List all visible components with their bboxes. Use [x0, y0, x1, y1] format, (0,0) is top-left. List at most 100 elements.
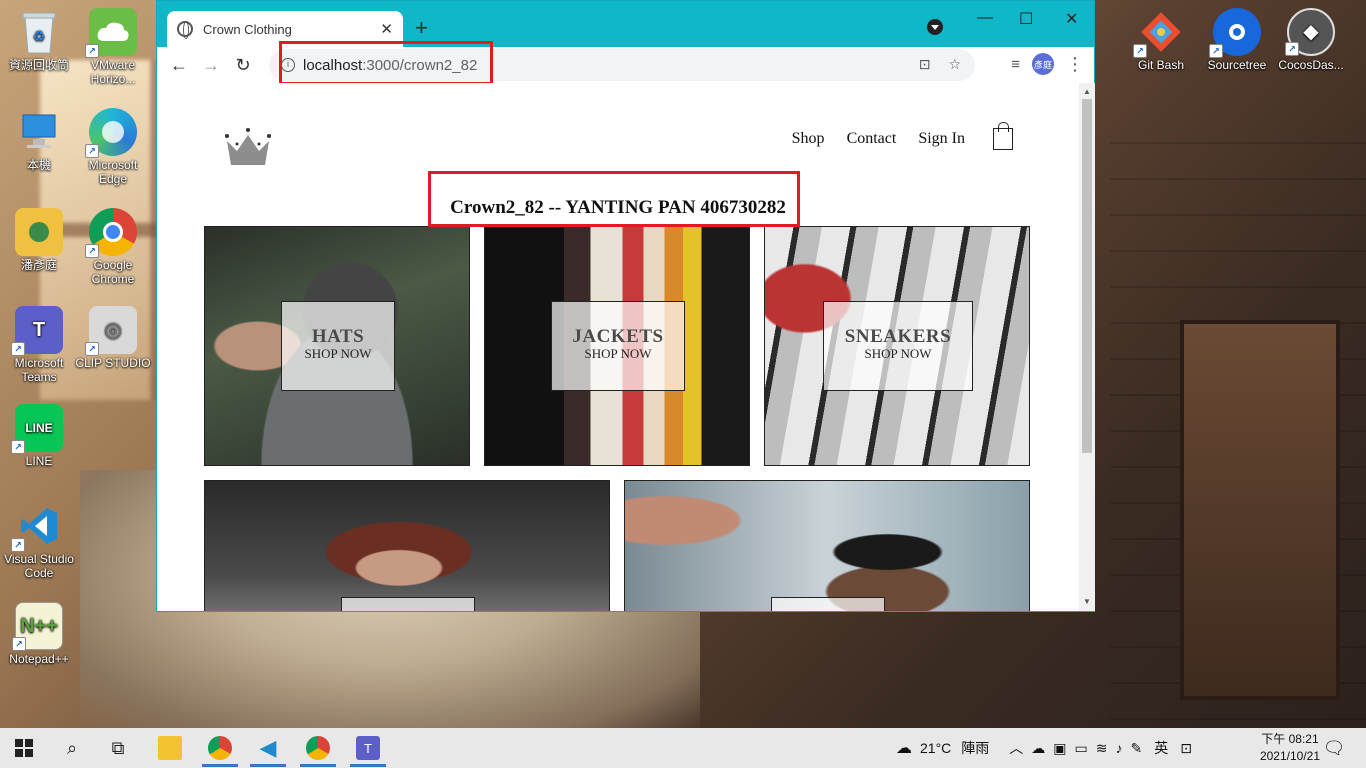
menu-kebab-icon[interactable]: ⋮	[1066, 54, 1084, 75]
desktop-icon-label: 資源回收筒	[8, 58, 69, 72]
tab-close-icon[interactable]: ✕	[380, 20, 393, 38]
desktop-icon-sourcetree[interactable]: ↗ Sourcetree	[1198, 8, 1276, 72]
desktop-icon-chrome[interactable]: ↗ Google Chrome	[74, 208, 152, 286]
vscode-taskbar-icon[interactable]: ◀	[256, 735, 280, 760]
desktop-icon-git-bash[interactable]: ↗ Git Bash	[1122, 8, 1200, 72]
new-tab-button[interactable]: +	[415, 15, 428, 41]
clock-date: 2021/10/21	[1259, 749, 1320, 763]
recycle-bin-icon: ♻	[15, 8, 63, 56]
desktop-icon-vscode[interactable]: ↗ Visual Studio Code	[0, 502, 78, 580]
desktop-icon-label: Microsoft Teams	[14, 356, 64, 384]
desktop-icon-this-pc[interactable]: 本機	[0, 108, 78, 172]
vmware-icon: ↗	[85, 8, 137, 58]
browser-window: Crown Clothing ✕ + — ☐ ✕ ← → ↻ i localho…	[156, 0, 1095, 612]
scroll-thumb[interactable]	[1082, 99, 1092, 453]
desktop-icon-label: Git Bash	[1137, 58, 1185, 72]
chrome-profile-active-indicator	[300, 764, 336, 767]
tab-title: Crown Clothing	[203, 21, 292, 37]
desktop-icon-teams[interactable]: T ↗ Microsoft Teams	[0, 306, 78, 384]
desktop-icon-label: Notepad++	[9, 652, 69, 666]
desktop-icon-line[interactable]: LINE ↗ LINE	[0, 404, 78, 468]
minimize-button[interactable]: —	[977, 9, 993, 27]
bookmark-star-icon[interactable]: ☆	[948, 56, 961, 73]
sourcetree-icon: ↗	[1209, 8, 1261, 58]
desktop-icon-label: Visual Studio Code	[4, 552, 74, 580]
onedrive-icon[interactable]: ☁	[1031, 740, 1045, 757]
chrome-icon: ↗	[85, 208, 137, 258]
weather-temp[interactable]: 21°C	[920, 740, 951, 756]
notification-icon[interactable]: 🗨	[1322, 736, 1346, 760]
user-folder-icon	[15, 208, 63, 256]
ime-mode-icon[interactable]: ⊡	[1180, 740, 1192, 757]
volume-icon[interactable]: ♪	[1115, 740, 1122, 756]
wifi-icon[interactable]: ≋	[1096, 740, 1108, 757]
teams-icon: T ↗	[11, 306, 63, 356]
desktop-icon-cocos[interactable]: ◆ ↗ CocosDas...	[1272, 8, 1350, 72]
translate-icon[interactable]: ⊡	[919, 56, 931, 73]
reload-button[interactable]: ↻	[227, 55, 259, 76]
mens-image	[625, 481, 1029, 611]
notepadpp-icon: N++ ↗	[12, 602, 63, 651]
desktop-icon-label: Sourcetree	[1207, 58, 1267, 72]
forward-button[interactable]: →	[195, 55, 227, 76]
pen-icon[interactable]: ✎	[1130, 740, 1142, 757]
file-explorer-icon[interactable]	[158, 736, 182, 760]
womens-image	[205, 481, 609, 611]
clip-studio-icon: ◎ ↗	[85, 306, 137, 356]
category-card-womens[interactable]	[204, 480, 610, 611]
category-card-mens[interactable]	[624, 480, 1030, 611]
back-button[interactable]: ←	[163, 55, 195, 76]
battery-icon[interactable]: ▭	[1075, 740, 1088, 757]
shopping-bag-icon[interactable]	[993, 122, 1013, 150]
category-card-jackets[interactable]: JACKETS SHOP NOW	[484, 226, 750, 466]
nav-shop-link[interactable]: Shop	[792, 130, 825, 148]
chrome-taskbar-icon[interactable]	[208, 736, 232, 760]
weather-icon[interactable]: ☁	[896, 738, 912, 758]
globe-icon	[177, 21, 193, 39]
category-card-sneakers[interactable]: SNEAKERS SHOP NOW	[764, 226, 1030, 466]
scroll-down-icon[interactable]: ▼	[1083, 597, 1091, 606]
vscode-active-indicator	[250, 764, 286, 767]
desktop-icon-edge[interactable]: ↗ Microsoft Edge	[74, 108, 152, 186]
task-view-icon[interactable]: ⧉	[106, 736, 130, 760]
taskbar-clock[interactable]: 下午 08:21 2021/10/21	[1260, 731, 1320, 765]
desktop-icon-label: 潘彥庭	[20, 258, 57, 272]
tab-search-icon[interactable]	[927, 19, 943, 35]
desktop-icon-label: 本機	[26, 158, 51, 172]
desktop-icon-vmware[interactable]: ↗ VMware Horizo...	[74, 8, 152, 86]
meet-now-icon[interactable]: ▣	[1053, 740, 1066, 757]
weather-desc[interactable]: 陣雨	[961, 738, 989, 758]
desktop-icon-label: LINE	[25, 454, 53, 468]
url-highlight-box	[279, 41, 493, 85]
edge-icon: ↗	[85, 108, 137, 158]
teams-taskbar-icon[interactable]: T	[356, 736, 380, 760]
category-card-hats[interactable]: HATS SHOP NOW	[204, 226, 470, 466]
chevron-up-icon[interactable]: ︿	[1009, 738, 1023, 758]
page-scrollbar[interactable]: ▲ ▼	[1079, 83, 1095, 611]
ime-indicator[interactable]: 英	[1154, 738, 1168, 758]
reading-list-icon[interactable]: ≡	[1011, 56, 1020, 73]
desktop-icon-notepadpp[interactable]: N++ ↗ Notepad++	[0, 602, 78, 666]
crown-logo-icon[interactable]	[223, 127, 273, 167]
desktop-icon-user-folder[interactable]: 潘彥庭	[0, 208, 78, 272]
scroll-up-icon[interactable]: ▲	[1083, 87, 1091, 96]
category-label-sneakers: SNEAKERS SHOP NOW	[823, 301, 973, 391]
maximize-button[interactable]: ☐	[1019, 9, 1033, 29]
taskbar: ⌕ ⧉ ◀ T ☁ 21°C 陣雨 ︿ ☁ ▣ ▭ ≋ ♪ ✎ 英 ⊡ 下午 0…	[0, 728, 1366, 768]
line-icon: LINE ↗	[11, 404, 63, 454]
category-label-jackets: JACKETS SHOP NOW	[551, 301, 685, 391]
search-icon[interactable]: ⌕	[60, 736, 84, 760]
system-tray: ☁ 21°C 陣雨 ︿ ☁ ▣ ▭ ≋ ♪ ✎ 英 ⊡	[896, 728, 1192, 768]
chrome-profile-taskbar-icon[interactable]	[306, 736, 330, 760]
desktop-icon-recycle-bin[interactable]: ♻ 資源回收筒	[0, 8, 78, 72]
profile-avatar[interactable]: 彥庭	[1032, 53, 1054, 75]
desktop-icon-label: CLIP STUDIO	[75, 356, 151, 370]
close-window-button[interactable]: ✕	[1065, 9, 1078, 29]
desktop-icon-clip-studio[interactable]: ◎ ↗ CLIP STUDIO	[74, 306, 152, 370]
nav-sign-in-link[interactable]: Sign In	[918, 130, 965, 148]
windows-start-icon[interactable]	[12, 736, 36, 760]
category-label-hats: HATS SHOP NOW	[281, 301, 395, 391]
page-viewport: Shop Contact Sign In Crown2_82 -- YANTIN…	[157, 83, 1079, 611]
category-subtitle: SHOP NOW	[304, 346, 372, 361]
nav-contact-link[interactable]: Contact	[847, 130, 897, 148]
